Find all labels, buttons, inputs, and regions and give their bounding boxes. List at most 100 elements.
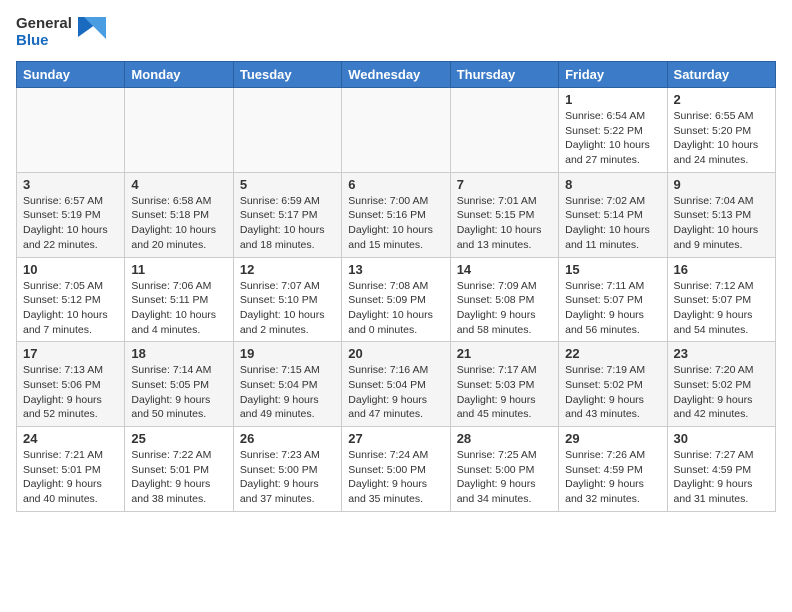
weekday-header: Sunday	[17, 62, 125, 88]
calendar-cell: 29 Sunrise: 7:26 AM Sunset: 4:59 PM Dayli…	[559, 427, 667, 512]
day-number: 29	[565, 431, 660, 446]
day-number: 27	[348, 431, 443, 446]
day-number: 24	[23, 431, 118, 446]
weekday-header: Tuesday	[233, 62, 341, 88]
day-number: 10	[23, 262, 118, 277]
logo-blue: Blue	[16, 33, 72, 50]
logo: General Blue	[16, 16, 106, 49]
calendar-cell: 15Sunrise: 7:11 AM Sunset: 5:07 PM Dayli…	[559, 257, 667, 342]
weekday-header: Friday	[559, 62, 667, 88]
calendar-header-row: SundayMondayTuesdayWednesdayThursdayFrid…	[17, 62, 776, 88]
day-info: Sunrise: 7:08 AM Sunset: 5:09 PM Dayligh…	[348, 279, 443, 338]
day-number: 7	[457, 177, 552, 192]
day-info: Sunrise: 7:17 AM Sunset: 5:03 PM Dayligh…	[457, 363, 552, 422]
day-number: 6	[348, 177, 443, 192]
day-info: Sunrise: 7:00 AM Sunset: 5:16 PM Dayligh…	[348, 194, 443, 253]
calendar-cell: 4Sunrise: 6:58 AM Sunset: 5:18 PM Daylig…	[125, 172, 233, 257]
weekday-header: Thursday	[450, 62, 558, 88]
calendar-cell: 12 Sunrise: 7:07 AM Sunset: 5:10 PM Dayli…	[233, 257, 341, 342]
day-info: Sunrise: 7:13 AM Sunset: 5:06 PM Dayligh…	[23, 363, 118, 422]
calendar-cell	[17, 88, 125, 173]
day-number: 21	[457, 346, 552, 361]
calendar-cell: 24 Sunrise: 7:21 AM Sunset: 5:01 PM Dayli…	[17, 427, 125, 512]
day-number: 8	[565, 177, 660, 192]
calendar-cell: 3 Sunrise: 6:57 AM Sunset: 5:19 PM Daylig…	[17, 172, 125, 257]
day-number: 9	[674, 177, 769, 192]
calendar-cell: 22Sunrise: 7:19 AM Sunset: 5:02 PM Dayli…	[559, 342, 667, 427]
day-info: Sunrise: 6:59 AM Sunset: 5:17 PM Dayligh…	[240, 194, 335, 253]
calendar-cell: 5 Sunrise: 6:59 AM Sunset: 5:17 PM Daylig…	[233, 172, 341, 257]
calendar-week-row: 3 Sunrise: 6:57 AM Sunset: 5:19 PM Daylig…	[17, 172, 776, 257]
day-number: 15	[565, 262, 660, 277]
day-number: 16	[674, 262, 769, 277]
calendar-week-row: 1Sunrise: 6:54 AM Sunset: 5:22 PM Daylig…	[17, 88, 776, 173]
calendar-cell: 9 Sunrise: 7:04 AM Sunset: 5:13 PM Daylig…	[667, 172, 775, 257]
day-number: 5	[240, 177, 335, 192]
calendar-cell: 10 Sunrise: 7:05 AM Sunset: 5:12 PM Dayli…	[17, 257, 125, 342]
day-number: 1	[565, 92, 660, 107]
day-info: Sunrise: 7:06 AM Sunset: 5:11 PM Dayligh…	[131, 279, 226, 338]
calendar-cell	[342, 88, 450, 173]
page-header: General Blue	[16, 16, 776, 49]
logo-general: General	[16, 16, 72, 33]
calendar-cell: 2 Sunrise: 6:55 AM Sunset: 5:20 PM Daylig…	[667, 88, 775, 173]
day-info: Sunrise: 7:07 AM Sunset: 5:10 PM Dayligh…	[240, 279, 335, 338]
day-number: 19	[240, 346, 335, 361]
calendar-cell: 14 Sunrise: 7:09 AM Sunset: 5:08 PM Dayli…	[450, 257, 558, 342]
day-info: Sunrise: 7:20 AM Sunset: 5:02 PM Dayligh…	[674, 363, 769, 422]
calendar-cell: 6 Sunrise: 7:00 AM Sunset: 5:16 PM Daylig…	[342, 172, 450, 257]
calendar-cell: 26Sunrise: 7:23 AM Sunset: 5:00 PM Dayli…	[233, 427, 341, 512]
day-number: 17	[23, 346, 118, 361]
day-info: Sunrise: 7:05 AM Sunset: 5:12 PM Dayligh…	[23, 279, 118, 338]
day-info: Sunrise: 7:26 AM Sunset: 4:59 PM Dayligh…	[565, 448, 660, 507]
day-number: 13	[348, 262, 443, 277]
day-number: 14	[457, 262, 552, 277]
calendar-cell: 23 Sunrise: 7:20 AM Sunset: 5:02 PM Dayli…	[667, 342, 775, 427]
weekday-header: Saturday	[667, 62, 775, 88]
calendar-cell: 8 Sunrise: 7:02 AM Sunset: 5:14 PM Daylig…	[559, 172, 667, 257]
day-number: 4	[131, 177, 226, 192]
day-info: Sunrise: 7:21 AM Sunset: 5:01 PM Dayligh…	[23, 448, 118, 507]
calendar-cell: 18 Sunrise: 7:14 AM Sunset: 5:05 PM Dayli…	[125, 342, 233, 427]
day-number: 30	[674, 431, 769, 446]
day-info: Sunrise: 7:09 AM Sunset: 5:08 PM Dayligh…	[457, 279, 552, 338]
day-info: Sunrise: 6:57 AM Sunset: 5:19 PM Dayligh…	[23, 194, 118, 253]
calendar-cell: 27 Sunrise: 7:24 AM Sunset: 5:00 PM Dayli…	[342, 427, 450, 512]
day-number: 20	[348, 346, 443, 361]
calendar-cell: 28Sunrise: 7:25 AM Sunset: 5:00 PM Dayli…	[450, 427, 558, 512]
day-info: Sunrise: 7:12 AM Sunset: 5:07 PM Dayligh…	[674, 279, 769, 338]
calendar-table: SundayMondayTuesdayWednesdayThursdayFrid…	[16, 61, 776, 512]
calendar-cell: 21 Sunrise: 7:17 AM Sunset: 5:03 PM Dayli…	[450, 342, 558, 427]
calendar-cell	[233, 88, 341, 173]
weekday-header: Wednesday	[342, 62, 450, 88]
calendar-cell: 19 Sunrise: 7:15 AM Sunset: 5:04 PM Dayli…	[233, 342, 341, 427]
day-number: 18	[131, 346, 226, 361]
logo-triangle-icon	[78, 17, 106, 45]
calendar-cell: 7 Sunrise: 7:01 AM Sunset: 5:15 PM Daylig…	[450, 172, 558, 257]
day-info: Sunrise: 7:02 AM Sunset: 5:14 PM Dayligh…	[565, 194, 660, 253]
calendar-week-row: 17 Sunrise: 7:13 AM Sunset: 5:06 PM Dayli…	[17, 342, 776, 427]
day-info: Sunrise: 7:24 AM Sunset: 5:00 PM Dayligh…	[348, 448, 443, 507]
day-number: 22	[565, 346, 660, 361]
calendar-cell: 25Sunrise: 7:22 AM Sunset: 5:01 PM Dayli…	[125, 427, 233, 512]
day-info: Sunrise: 7:01 AM Sunset: 5:15 PM Dayligh…	[457, 194, 552, 253]
day-info: Sunrise: 7:04 AM Sunset: 5:13 PM Dayligh…	[674, 194, 769, 253]
day-info: Sunrise: 7:15 AM Sunset: 5:04 PM Dayligh…	[240, 363, 335, 422]
day-number: 2	[674, 92, 769, 107]
day-number: 23	[674, 346, 769, 361]
day-number: 25	[131, 431, 226, 446]
day-number: 3	[23, 177, 118, 192]
calendar-cell: 17 Sunrise: 7:13 AM Sunset: 5:06 PM Dayli…	[17, 342, 125, 427]
calendar-cell	[125, 88, 233, 173]
calendar-week-row: 10 Sunrise: 7:05 AM Sunset: 5:12 PM Dayli…	[17, 257, 776, 342]
weekday-header: Monday	[125, 62, 233, 88]
day-number: 26	[240, 431, 335, 446]
day-info: Sunrise: 7:25 AM Sunset: 5:00 PM Dayligh…	[457, 448, 552, 507]
day-info: Sunrise: 6:55 AM Sunset: 5:20 PM Dayligh…	[674, 109, 769, 168]
day-number: 11	[131, 262, 226, 277]
calendar-cell: 20 Sunrise: 7:16 AM Sunset: 5:04 PM Dayli…	[342, 342, 450, 427]
calendar-cell: 13 Sunrise: 7:08 AM Sunset: 5:09 PM Dayli…	[342, 257, 450, 342]
day-info: Sunrise: 7:16 AM Sunset: 5:04 PM Dayligh…	[348, 363, 443, 422]
day-info: Sunrise: 7:14 AM Sunset: 5:05 PM Dayligh…	[131, 363, 226, 422]
day-number: 12	[240, 262, 335, 277]
